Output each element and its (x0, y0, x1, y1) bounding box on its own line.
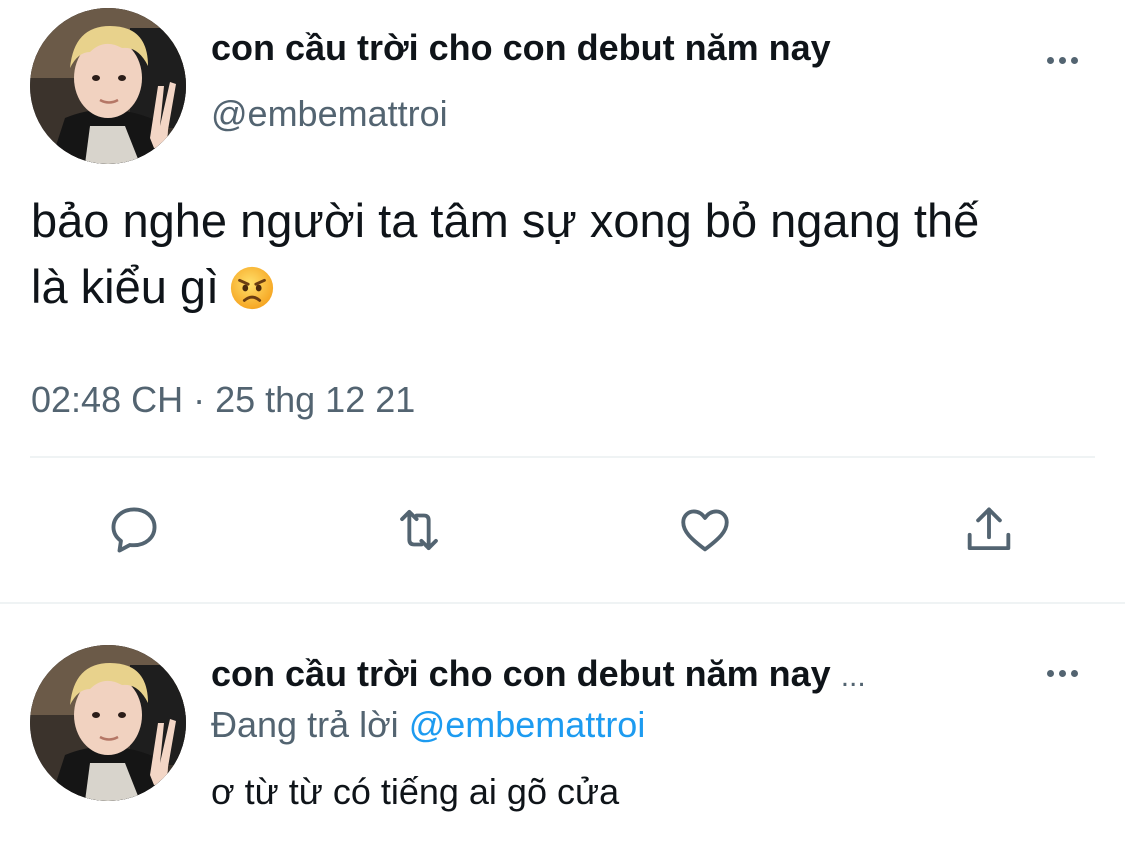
dot (1058, 56, 1066, 64)
reply-more-options-icon[interactable] (1040, 663, 1084, 683)
divider (30, 456, 1095, 458)
dot (1058, 669, 1066, 677)
tweet-text-line: bảo nghe người ta tâm sự xong bỏ ngang t… (31, 194, 980, 247)
divider (0, 602, 1125, 604)
angry-face-icon (231, 266, 274, 310)
dot (1070, 669, 1078, 677)
like-button[interactable] (675, 500, 735, 560)
avatar-photo (30, 645, 186, 801)
tweet-text-line-with-emoji: là kiểu gì (31, 254, 1111, 320)
tweet-text: bảo nghe người ta tâm sự xong bỏ ngang t… (31, 188, 1111, 320)
author-name[interactable]: con cầu trời cho con debut năm nay (211, 26, 831, 70)
dot (1070, 56, 1078, 64)
comment-icon (111, 507, 157, 553)
reply-button[interactable] (104, 500, 164, 560)
tweet-detail-page: con cầu trời cho con debut năm nay @embe… (0, 0, 1125, 845)
dot (1046, 669, 1054, 677)
tweet-text-line: là kiểu gì (31, 260, 220, 313)
reply-tweet-text: ơ từ từ có tiếng ai gõ cửa (211, 771, 620, 812)
name-ellipsis: ... (840, 660, 866, 693)
replying-to: Đang trả lời @embemattroi (211, 703, 645, 747)
share-icon (967, 507, 1011, 551)
heart-icon (681, 509, 729, 552)
reply-author-avatar[interactable] (30, 645, 186, 801)
more-options-icon[interactable] (1040, 50, 1084, 70)
avatar-photo (30, 8, 186, 164)
replying-to-prefix: Đang trả lời (211, 704, 399, 745)
author-handle[interactable]: @embemattroi (211, 92, 448, 136)
share-button[interactable] (959, 500, 1019, 560)
reply-author-name: con cầu trời cho con debut năm nay (211, 653, 831, 694)
tweet-timestamp[interactable]: 02:48 CH · 25 thg 12 21 (31, 378, 415, 422)
retweet-button[interactable] (389, 500, 449, 560)
reply-author-name-row[interactable]: con cầu trời cho con debut năm nay... (211, 652, 866, 699)
author-avatar[interactable] (30, 8, 186, 164)
replying-to-mention[interactable]: @embemattroi (409, 704, 646, 745)
dot (1046, 56, 1054, 64)
retweet-icon (400, 509, 438, 551)
